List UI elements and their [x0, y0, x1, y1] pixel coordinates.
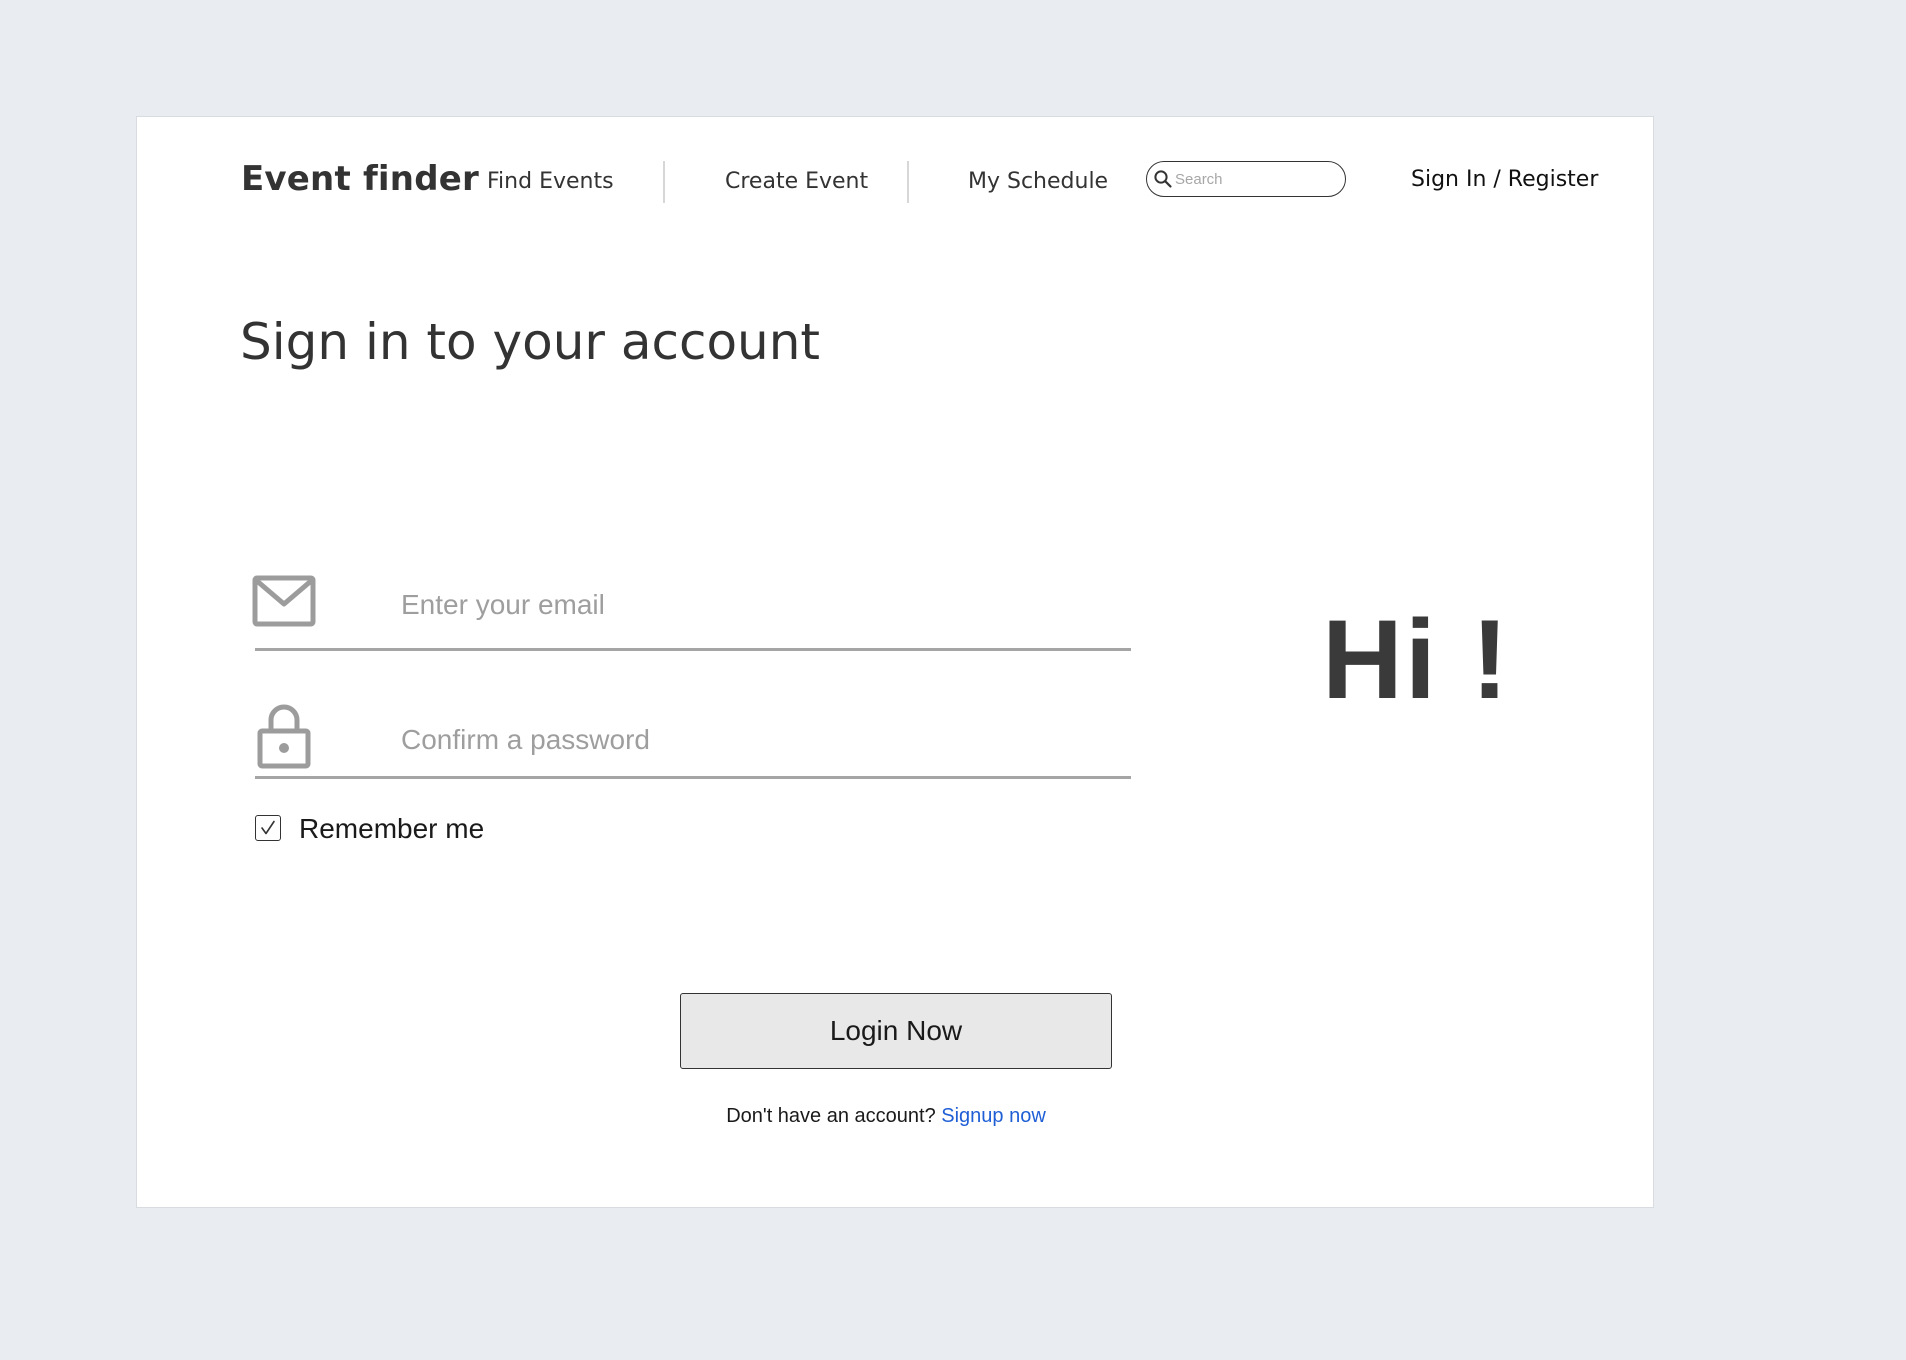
mail-icon — [252, 575, 316, 632]
password-field[interactable] — [401, 724, 1101, 756]
checkmark-icon — [261, 820, 275, 835]
signup-row: Don't have an account? Signup now — [137, 1105, 1655, 1128]
greeting-text: Hi ! — [1322, 597, 1511, 722]
signin-card: Event finder Find Events Create Event My… — [136, 116, 1654, 1208]
email-underline — [255, 648, 1131, 651]
password-field-wrapper — [401, 724, 1101, 756]
signup-prompt: Don't have an account? — [726, 1105, 942, 1127]
signin-register-link[interactable]: Sign In / Register — [1411, 167, 1598, 192]
nav-find-events[interactable]: Find Events — [487, 169, 614, 194]
signup-link[interactable]: Signup now — [941, 1105, 1046, 1127]
brand-logo[interactable]: Event finder — [241, 159, 479, 199]
search-icon — [1154, 170, 1172, 188]
email-field-wrapper — [401, 589, 1101, 621]
search-input[interactable] — [1173, 170, 1335, 188]
nav-divider — [663, 161, 665, 203]
remember-me-checkbox[interactable] — [255, 815, 281, 841]
nav-my-schedule[interactable]: My Schedule — [968, 169, 1108, 194]
nav-create-event[interactable]: Create Event — [725, 169, 868, 194]
search-box[interactable] — [1146, 161, 1346, 197]
page-title: Sign in to your account — [240, 313, 821, 371]
lock-icon — [257, 701, 311, 774]
password-underline — [255, 776, 1131, 779]
nav-divider — [907, 161, 909, 203]
email-field[interactable] — [401, 589, 1101, 621]
login-button[interactable]: Login Now — [680, 993, 1112, 1069]
remember-me-label[interactable]: Remember me — [299, 813, 484, 845]
